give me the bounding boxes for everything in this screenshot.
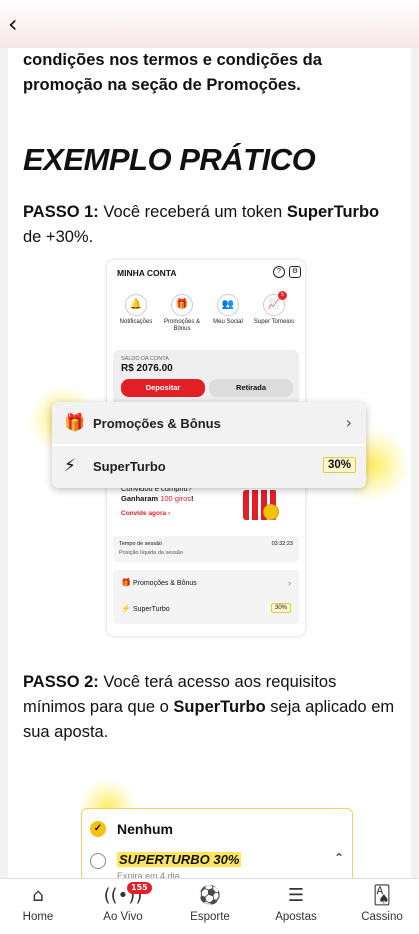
quick-item: 👥 Meu Social [205, 294, 251, 326]
step-text: de +30%. [23, 228, 94, 246]
lightning-icon: ⚡ [121, 604, 131, 613]
nav-casino[interactable]: 🂡 Cassino [347, 885, 417, 923]
chevron-right-icon: › [288, 578, 291, 588]
nav-sports[interactable]: ⚽ Esporte [175, 885, 245, 923]
quick-item-label: Meu Social [213, 319, 243, 325]
bell-icon: 🔔 [125, 294, 147, 316]
option-none: Nenhum [117, 821, 173, 837]
gift-icon: 🎁 [64, 413, 86, 433]
section-heading: EXEMPLO PRÁTICO [23, 142, 316, 177]
nav-bets[interactable]: ☰ Apostas [261, 885, 331, 923]
balance-value: R$ 2076.00 [121, 363, 173, 374]
chevron-up-icon: ⌃ [333, 851, 344, 865]
percent-badge: 30% [270, 603, 291, 613]
quick-item: 📈 5 Super Torneios [251, 291, 297, 326]
step-1-text: PASSO 1: Você receberá um token SuperTur… [23, 200, 398, 250]
step-text: Você receberá um token [98, 203, 287, 221]
list-item-label: Promoções & Bônus [132, 580, 197, 587]
chart-icon: 📈 5 [263, 291, 287, 316]
ticket-icon: ☰ [287, 885, 305, 906]
quick-item: 🔔 Notificações [113, 294, 159, 326]
invite-link: Convide agora › [121, 510, 171, 517]
quick-item-label: Super Torneios [253, 319, 295, 325]
intro-text: condições nos termos e condições da prom… [23, 51, 322, 94]
gift-icon: 🎁 [171, 294, 193, 316]
cards-icon: 🂡 [372, 885, 392, 906]
nav-label: Cassino [361, 911, 403, 923]
deposit-button: Depositar [121, 379, 205, 397]
check-icon: ✓ [90, 821, 106, 837]
top-bar: ‹ [0, 0, 419, 48]
users-icon: 👥 [217, 294, 239, 316]
list-item: 🎁 Promoções & Bônus [121, 578, 197, 587]
promo-popup: 🎁 Promoções & Bônus › ⚡ SuperTurbo 30% [52, 402, 366, 488]
coin-icon [263, 504, 279, 520]
quick-item: 🎁 Promoções & Bônus [159, 294, 205, 333]
bottom-nav: ⌂ Home ((•)) 155 Ao Vivo ⚽ Esporte ☰ Apos… [0, 878, 419, 934]
notification-badge: 5 [278, 291, 287, 300]
step-highlight: SuperTurbo [173, 698, 266, 716]
home-icon: ⌂ [32, 885, 44, 906]
percent-badge: 30% [322, 457, 356, 473]
session-net-label: Posição líquida da sessão [119, 550, 183, 556]
step-highlight: SuperTurbo [286, 203, 380, 221]
nav-home[interactable]: ⌂ Home [3, 885, 73, 923]
soccer-ball-icon: ⚽ [198, 885, 222, 906]
popup-label: SuperTurbo [93, 459, 166, 474]
account-title: MINHA CONTA [117, 268, 177, 278]
invite-won: Ganharam 100 giros! [121, 494, 194, 503]
lightning-icon: ⚡ [64, 456, 76, 476]
step-2-text: PASSO 2: Você terá acesso aos requisitos… [23, 670, 398, 745]
nav-label: Esporte [190, 911, 230, 923]
nav-live[interactable]: ((•)) 155 Ao Vivo [88, 882, 158, 923]
invite-won-text: Ganharam [121, 494, 161, 503]
nav-label: Home [22, 911, 54, 923]
invite-won-text: ! [191, 494, 194, 503]
step-label: PASSO 1: [23, 203, 99, 221]
chevron-left-icon[interactable]: ‹ [8, 10, 32, 38]
list-item: ⚡ SuperTurbo [121, 604, 170, 613]
quick-item-label: Notificações [119, 319, 153, 325]
live-count-badge: 155 [127, 882, 152, 894]
article-content: condições nos termos e condições da prom… [8, 40, 411, 880]
nav-label: Apostas [275, 911, 317, 923]
quick-actions: 🔔 Notificações 🎁 Promoções & Bônus 👥 Meu… [113, 291, 299, 340]
help-icon: ? [273, 266, 285, 278]
invite-won-highlight: 100 giros [160, 494, 192, 503]
gear-icon: ⚙ [289, 266, 301, 278]
chevron-right-icon: › [345, 413, 352, 432]
superturbo-selector: ✓ Nenhum SUPERTURBO 30% ⌃ Expira em 4 di… [81, 808, 353, 880]
account-menu-list: 🎁 Promoções & Bônus › ⚡ SuperTurbo 30% [113, 570, 299, 624]
gift-icon: 🎁 [121, 578, 131, 587]
option-superturbo: SUPERTURBO 30% [117, 852, 242, 867]
radio-icon [90, 853, 106, 869]
session-value: 03:32:23 [271, 541, 293, 547]
quick-item-label: Promoções & Bônus [163, 319, 200, 332]
withdraw-button: Retirada [209, 379, 293, 397]
nav-label: Ao Vivo [103, 911, 143, 923]
list-item-label: SuperTurbo [132, 606, 170, 613]
balance-label: SALDO DA CONTA [121, 356, 169, 362]
divider [52, 444, 366, 446]
balance-card: SALDO DA CONTA R$ 2076.00 Depositar Reti… [113, 350, 299, 406]
session-card: Tempo de sessão 03:32:23 Posição líquida… [113, 536, 299, 562]
live-icon: ((•)) 155 [88, 882, 158, 907]
popup-label: Promoções & Bônus [93, 416, 221, 431]
session-label: Tempo de sessão [119, 541, 163, 547]
step-label: PASSO 2: [23, 673, 99, 691]
